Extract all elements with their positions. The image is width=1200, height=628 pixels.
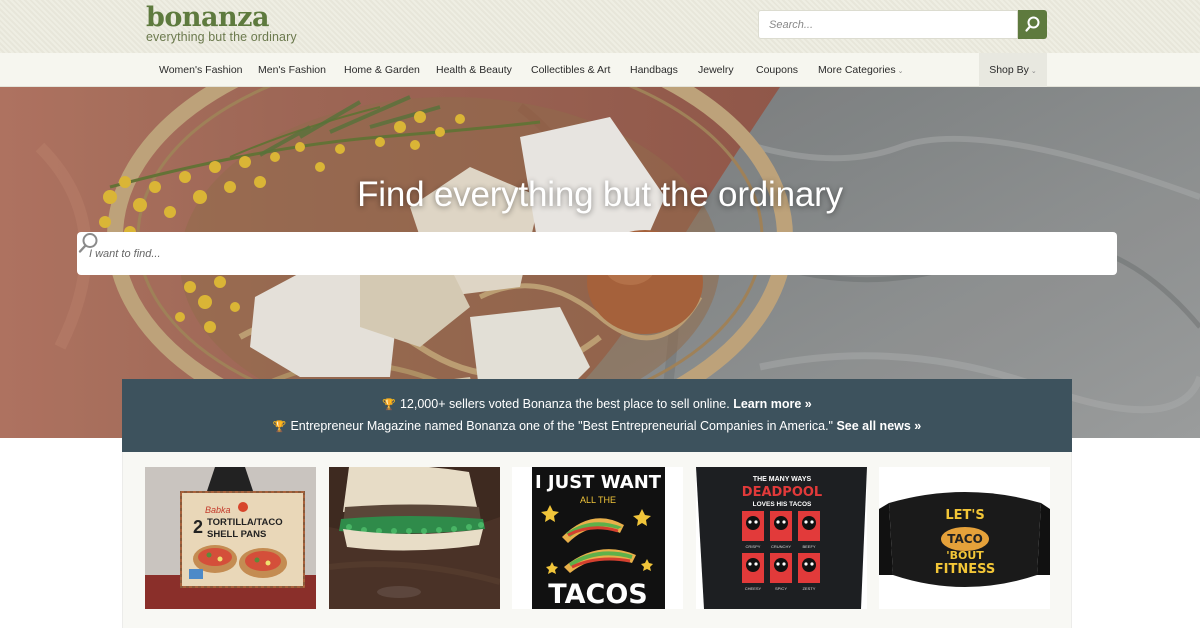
nav-home-garden[interactable]: Home & Garden <box>344 53 420 87</box>
hero-title: Find everything but the ordinary <box>357 175 843 214</box>
product-image-deadpool-shirt: THE MANY WAYS DEADPOOL LOVES HIS TACOS C… <box>696 467 867 609</box>
more-categories-label: More Categories <box>818 64 896 76</box>
see-all-news-link[interactable]: See all news » <box>836 419 921 433</box>
product-4-label-zesty: ZESTY <box>803 586 816 591</box>
search-icon[interactable] <box>77 232 99 254</box>
hero-search <box>77 232 1117 275</box>
logo-tagline: everything but the ordinary <box>146 30 297 44</box>
product-3-line-2: ALL THE <box>580 495 616 505</box>
announcement-text-2: Entrepreneur Magazine named Bonanza one … <box>290 419 833 433</box>
header-search-button[interactable] <box>1018 10 1047 39</box>
trophy-icon: 🏆 <box>382 399 396 411</box>
product-image-tacos-shirt: I JUST WANT ALL THE TACOS <box>512 467 683 609</box>
search-icon <box>1025 16 1040 32</box>
announcement-line-2: 🏆 Entrepreneur Magazine named Bonanza one… <box>122 419 1072 433</box>
product-card[interactable]: THE MANY WAYS DEADPOOL LOVES HIS TACOS C… <box>696 467 867 609</box>
featured-products: Babka 2 TORTILLA/TACO SHELL PANS I JUST … <box>122 452 1072 628</box>
nav-collectibles-art[interactable]: Collectibles & Art <box>531 53 610 87</box>
chevron-down-icon: ⌄ <box>897 68 904 75</box>
nav-jewelry[interactable]: Jewelry <box>698 53 734 87</box>
product-4-line-1: THE MANY WAYS <box>753 476 812 483</box>
product-4-line-3: LOVES HIS TACOS <box>753 501 812 508</box>
product-3-line-3: TACOS <box>548 579 647 609</box>
product-5-line-3: 'BOUT <box>946 549 984 562</box>
product-4-label-spicy: SPICY <box>775 586 787 591</box>
logo-wordmark: bonanza <box>146 2 269 33</box>
header-search-input[interactable] <box>758 10 1018 39</box>
product-image-burger-decor <box>329 467 500 609</box>
product-5-line-4: FITNESS <box>935 562 996 577</box>
product-1-line-2: SHELL PANS <box>207 529 266 540</box>
category-nav: Women's Fashion Men's Fashion Home & Gar… <box>0 53 1200 87</box>
hero-search-input[interactable] <box>89 232 1049 275</box>
product-1-count: 2 <box>193 517 203 537</box>
product-image-taco-shell-pans: Babka 2 TORTILLA/TACO SHELL PANS <box>145 467 316 609</box>
product-4-label-cheesy: CHEESY <box>745 586 762 591</box>
product-4-label-beefy: BEEFY <box>802 544 815 549</box>
nav-coupons[interactable]: Coupons <box>756 53 798 87</box>
product-4-label-crispy: CRISPY <box>746 544 761 549</box>
header-search <box>758 10 1047 39</box>
nav-mens-fashion[interactable]: Men's Fashion <box>258 53 326 87</box>
announcement-text-1: 12,000+ sellers voted Bonanza the best p… <box>399 397 730 411</box>
nav-handbags[interactable]: Handbags <box>630 53 678 87</box>
product-1-line-1: TORTILLA/TACO <box>207 517 283 528</box>
site-header: bonanza everything but the ordinary <box>0 0 1200 53</box>
product-card[interactable] <box>329 467 500 609</box>
announcement-banner: 🏆 12,000+ sellers voted Bonanza the best … <box>122 379 1072 452</box>
nav-more-categories[interactable]: More Categories ⌄ <box>818 53 904 87</box>
announcement-line-1: 🏆 12,000+ sellers voted Bonanza the best … <box>122 397 1072 411</box>
product-4-label-crunchy: CRUNCHY <box>771 544 791 549</box>
product-4-line-2: DEADPOOL <box>742 485 822 500</box>
nav-womens-fashion[interactable]: Women's Fashion <box>159 53 243 87</box>
trophy-icon: 🏆 <box>272 421 287 433</box>
learn-more-link[interactable]: Learn more » <box>733 397 812 411</box>
shop-by-dropdown[interactable]: Shop By ⌄ <box>979 53 1047 87</box>
product-card[interactable]: Babka 2 TORTILLA/TACO SHELL PANS <box>145 467 316 609</box>
shop-by-label: Shop By <box>989 64 1029 76</box>
bonanza-logo[interactable]: bonanza everything but the ordinary <box>146 2 297 44</box>
product-5-line-2: TACO <box>947 532 983 546</box>
chevron-down-icon: ⌄ <box>1030 68 1037 75</box>
product-5-line-1: LET'S <box>945 508 984 523</box>
nav-health-beauty[interactable]: Health & Beauty <box>436 53 512 87</box>
product-card[interactable]: I JUST WANT ALL THE TACOS <box>512 467 683 609</box>
product-3-line-1: I JUST WANT <box>535 472 662 493</box>
product-image-taco-fitness-mask: LET'S TACO 'BOUT FITNESS <box>879 467 1050 609</box>
product-card[interactable]: LET'S TACO 'BOUT FITNESS <box>879 467 1050 609</box>
product-1-brand: Babka <box>205 505 231 515</box>
